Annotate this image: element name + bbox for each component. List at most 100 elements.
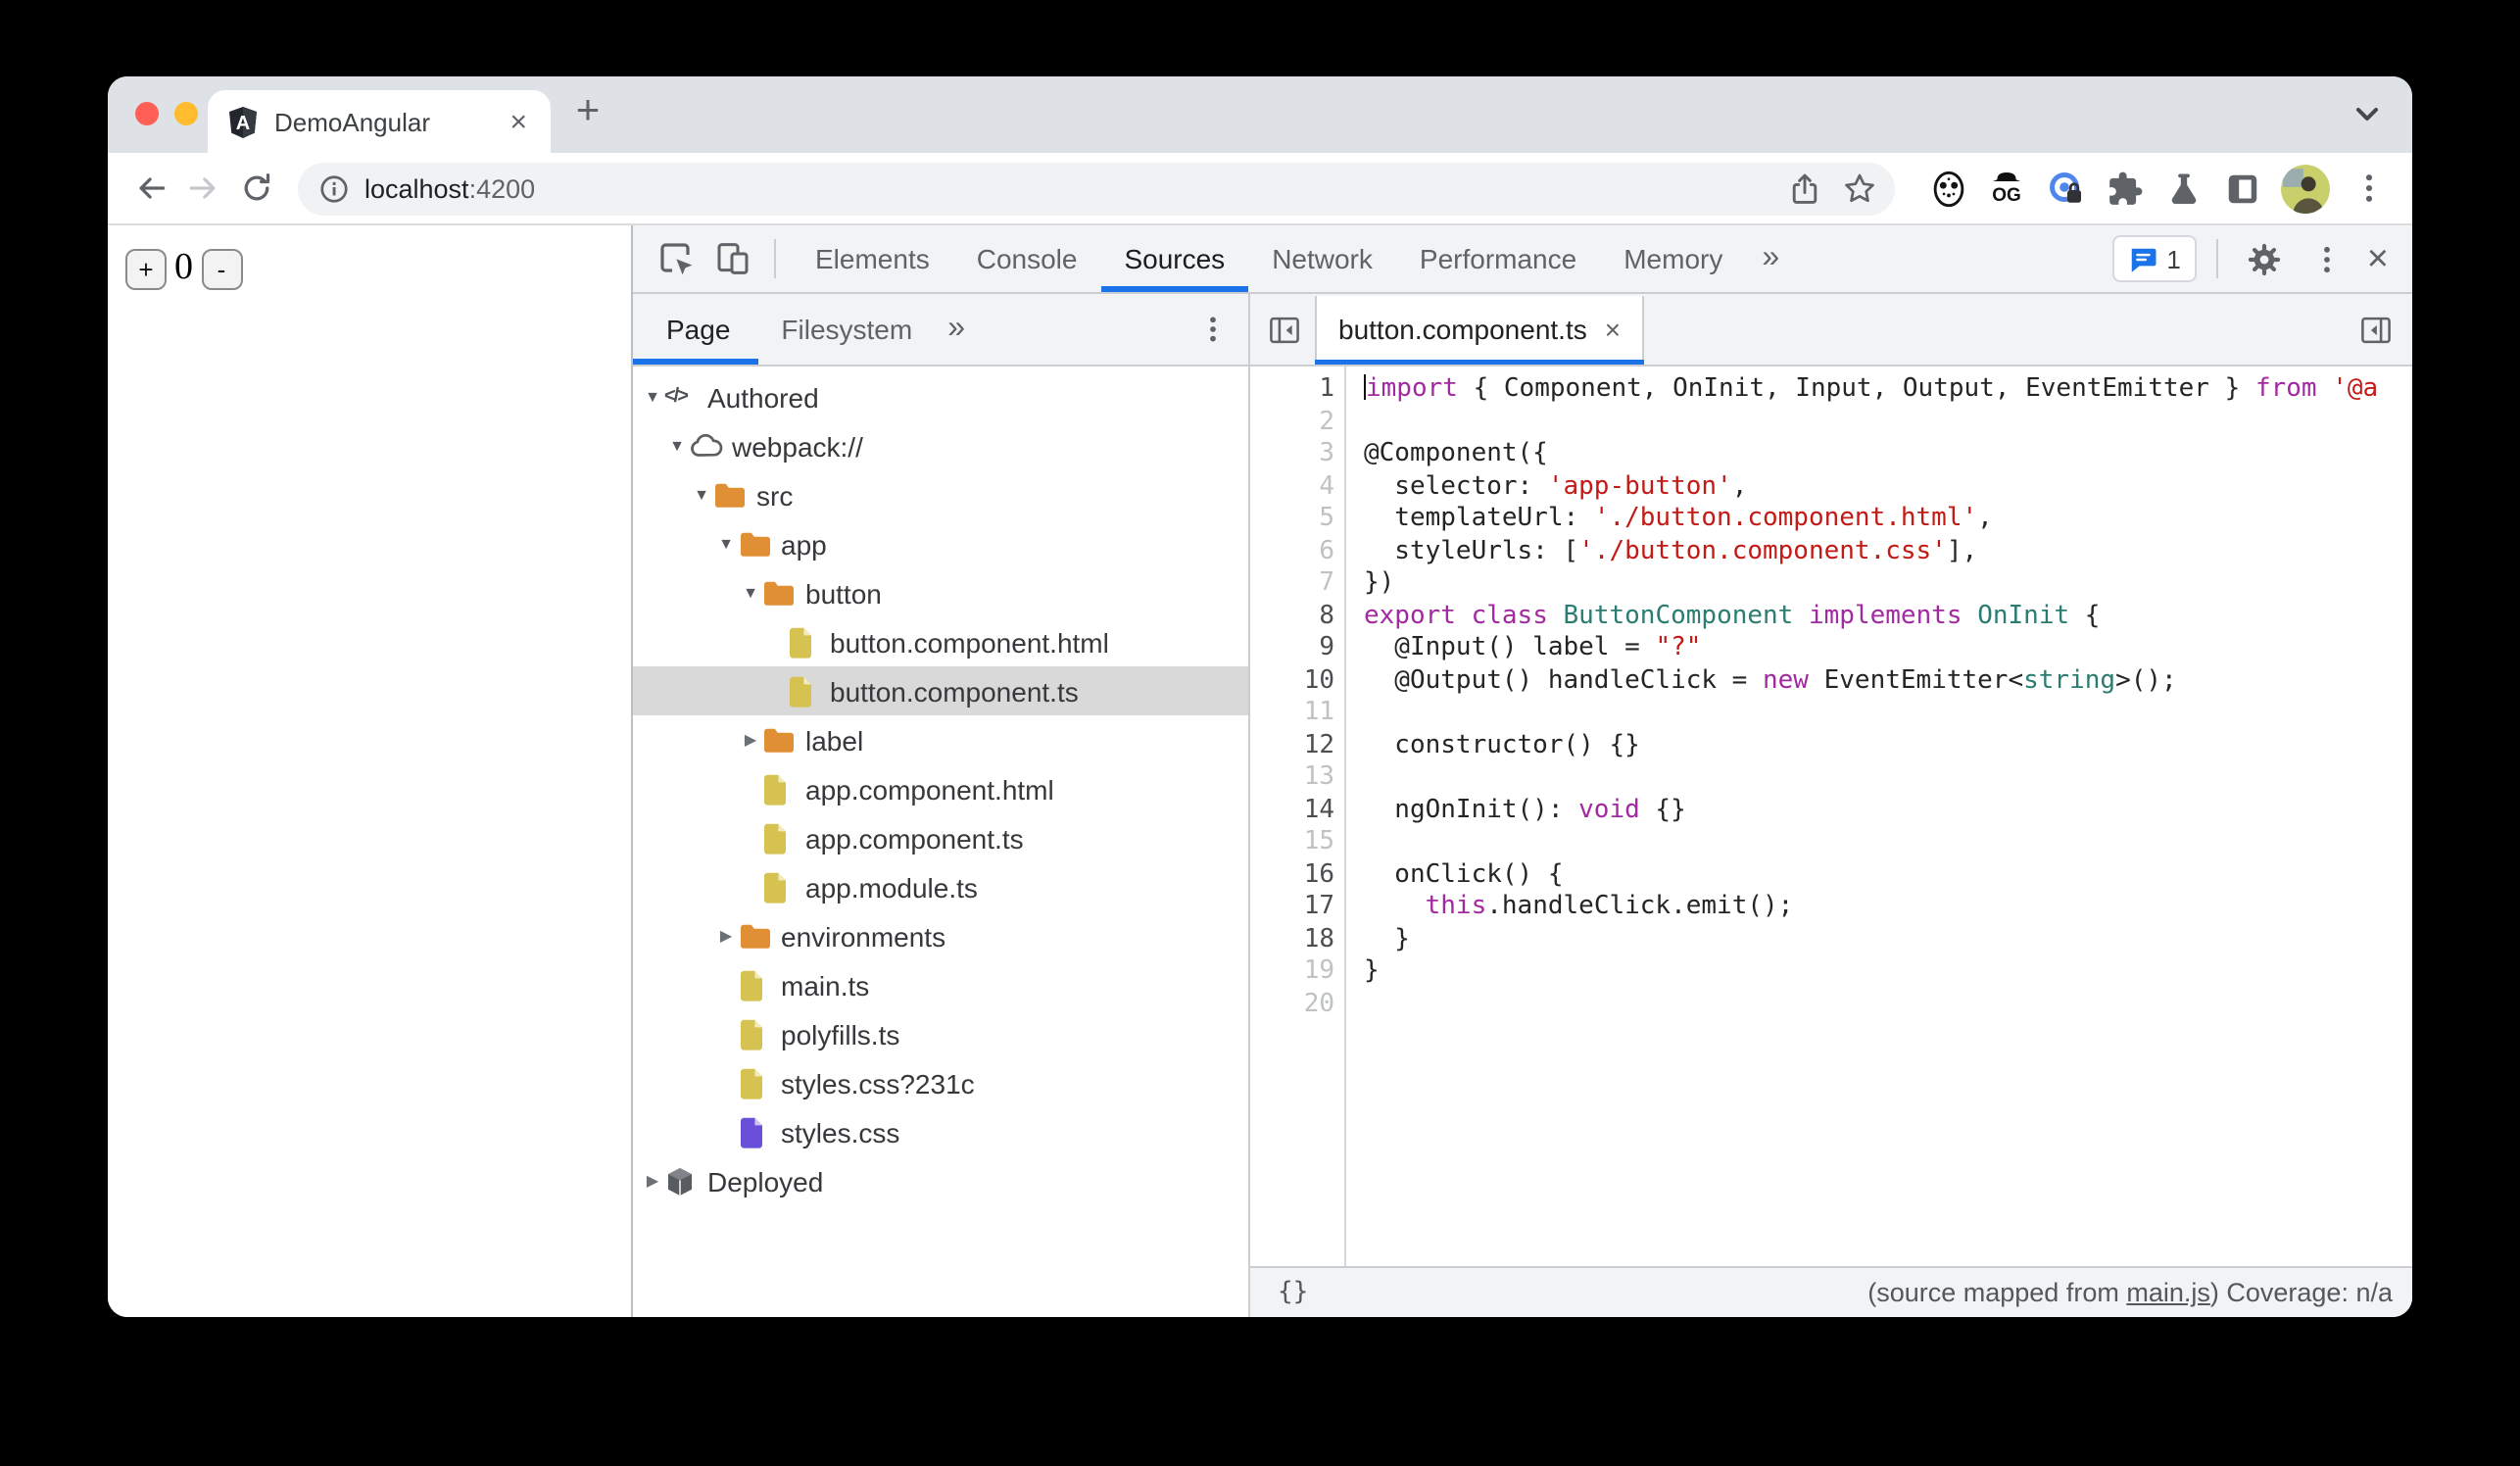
tree-item-main-ts[interactable]: main.ts	[633, 960, 1248, 1009]
devtools-tab-performance[interactable]: Performance	[1396, 225, 1600, 292]
tree-item-app-component-ts[interactable]: app.component.ts	[633, 813, 1248, 862]
code-line-1[interactable]: import { Component, OnInit, Input, Outpu…	[1364, 374, 2412, 407]
tree-caret-icon[interactable]: ▼	[714, 535, 738, 553]
line-number-15[interactable]: 15	[1250, 827, 1344, 859]
tree-caret-icon[interactable]: ▼	[690, 486, 713, 504]
device-toolbar-icon[interactable]	[713, 239, 752, 278]
tree-caret-icon[interactable]: ▶	[714, 927, 738, 945]
line-number-9[interactable]: 9	[1250, 633, 1344, 665]
tree-item-app[interactable]: ▼ app	[633, 519, 1248, 568]
code-line-8[interactable]: export class ButtonComponent implements …	[1364, 601, 2412, 633]
tab-close-icon[interactable]: ×	[506, 107, 531, 136]
code-line-4[interactable]: selector: 'app-button',	[1364, 471, 2412, 504]
code-line-3[interactable]: @Component({	[1364, 439, 2412, 471]
line-number-16[interactable]: 16	[1250, 859, 1344, 892]
tree-item-app-component-html[interactable]: app.component.html	[633, 764, 1248, 813]
code-lines[interactable]: import { Component, OnInit, Input, Outpu…	[1346, 366, 2412, 1266]
tree-item-authored[interactable]: ▼ </> Authored	[633, 372, 1248, 421]
og-incognito-extension-icon[interactable]: OG	[1987, 169, 2026, 208]
tree-item-label[interactable]: ▶ label	[633, 715, 1248, 764]
line-number-7[interactable]: 7	[1250, 568, 1344, 601]
tree-item-styles-css[interactable]: styles.css	[633, 1107, 1248, 1156]
line-number-20[interactable]: 20	[1250, 989, 1344, 1021]
browser-tab-demoangular[interactable]: A DemoAngular ×	[208, 90, 551, 153]
tree-item-styles-css-231c[interactable]: styles.css?231c	[633, 1058, 1248, 1107]
tree-item-button-component-html[interactable]: button.component.html	[633, 617, 1248, 666]
address-bar[interactable]: localhost:4200	[298, 162, 1895, 215]
extensions-puzzle-icon[interactable]	[2105, 169, 2144, 208]
flask-extension-icon[interactable]	[2163, 169, 2203, 208]
traffic-light-minimize-button[interactable]	[174, 102, 198, 125]
traffic-light-close-button[interactable]	[135, 102, 159, 125]
navigator-more-chevron[interactable]: »	[936, 312, 977, 347]
devtools-tab-memory[interactable]: Memory	[1600, 225, 1746, 292]
devtools-close-icon[interactable]: ×	[2367, 240, 2389, 277]
forward-button-icon[interactable]	[184, 169, 223, 208]
code-line-19[interactable]: }	[1364, 956, 2412, 989]
code-line-12[interactable]: constructor() {}	[1364, 730, 2412, 762]
devtools-tab-sources[interactable]: Sources	[1100, 225, 1248, 292]
profile-avatar[interactable]	[2281, 164, 2330, 213]
back-button-icon[interactable]	[131, 169, 170, 208]
browser-menu-dots-icon[interactable]	[2350, 169, 2389, 208]
line-number-6[interactable]: 6	[1250, 536, 1344, 568]
line-number-10[interactable]: 10	[1250, 665, 1344, 698]
share-icon[interactable]	[1785, 169, 1824, 208]
tab-search-chevron-icon[interactable]	[2353, 102, 2381, 125]
pretty-print-button[interactable]: {}	[1250, 1278, 1308, 1307]
code-line-6[interactable]: styleUrls: ['./button.component.css'],	[1364, 536, 2412, 568]
tree-caret-icon[interactable]: ▶	[739, 731, 762, 749]
line-number-gutter[interactable]: 1 2 3 4 5 6 7 8 9 10 11 12 13 14 15 16 17 18 19 20	[1250, 366, 1346, 1266]
editor-tab-button-component-ts[interactable]: button.component.ts ×	[1315, 295, 1645, 364]
code-line-15[interactable]	[1364, 827, 2412, 859]
code-line-20[interactable]	[1364, 989, 2412, 1021]
toggle-debugger-panel-icon[interactable]	[2359, 313, 2393, 346]
code-line-13[interactable]	[1364, 762, 2412, 795]
code-line-16[interactable]: onClick() {	[1364, 859, 2412, 892]
devtools-tab-elements[interactable]: Elements	[792, 225, 953, 292]
new-tab-button[interactable]: +	[562, 86, 613, 137]
line-number-5[interactable]: 5	[1250, 504, 1344, 536]
devtools-menu-dots-icon[interactable]	[2308, 239, 2348, 278]
code-line-10[interactable]: @Output() handleClick = new EventEmitter…	[1364, 665, 2412, 698]
code-line-11[interactable]	[1364, 698, 2412, 730]
code-line-14[interactable]: ngOnInit(): void {}	[1364, 795, 2412, 827]
devtools-tab-network[interactable]: Network	[1248, 225, 1396, 292]
reload-button-icon[interactable]	[237, 169, 276, 208]
more-panels-chevron[interactable]: »	[1746, 241, 1795, 276]
line-number-8[interactable]: 8	[1250, 601, 1344, 633]
code-line-5[interactable]: templateUrl: './button.component.html',	[1364, 504, 2412, 536]
mask-extension-icon[interactable]	[1928, 169, 1967, 208]
line-number-13[interactable]: 13	[1250, 762, 1344, 795]
increment-button[interactable]: +	[125, 248, 167, 289]
tree-caret-icon[interactable]: ▼	[739, 584, 762, 602]
code-line-17[interactable]: this.handleClick.emit();	[1364, 892, 2412, 924]
line-number-17[interactable]: 17	[1250, 892, 1344, 924]
code-line-18[interactable]: }	[1364, 924, 2412, 956]
tree-item-button[interactable]: ▼ button	[633, 568, 1248, 617]
bookmark-star-icon[interactable]	[1840, 169, 1879, 208]
line-number-3[interactable]: 3	[1250, 439, 1344, 471]
code-line-7[interactable]: })	[1364, 568, 2412, 601]
line-number-1[interactable]: 1	[1250, 374, 1344, 407]
code-line-9[interactable]: @Input() label = "?"	[1364, 633, 2412, 665]
tree-caret-icon[interactable]: ▼	[641, 388, 664, 406]
tree-item-src[interactable]: ▼ src	[633, 470, 1248, 519]
onepassword-extension-icon[interactable]	[2046, 169, 2085, 208]
line-number-19[interactable]: 19	[1250, 956, 1344, 989]
tree-caret-icon[interactable]: ▶	[641, 1172, 664, 1190]
line-number-14[interactable]: 14	[1250, 795, 1344, 827]
navigator-menu-dots-icon[interactable]	[1197, 314, 1229, 345]
reading-panel-extension-icon[interactable]	[2222, 169, 2261, 208]
code-line-2[interactable]	[1364, 407, 2412, 439]
line-number-18[interactable]: 18	[1250, 924, 1344, 956]
line-number-11[interactable]: 11	[1250, 698, 1344, 730]
toggle-navigator-panel-icon[interactable]	[1268, 313, 1301, 346]
navigator-tab-page[interactable]: Page	[633, 295, 757, 364]
tree-item-environments[interactable]: ▶ environments	[633, 911, 1248, 960]
source-map-link[interactable]: main.js	[2126, 1278, 2210, 1307]
code-editor[interactable]: 1 2 3 4 5 6 7 8 9 10 11 12 13 14 15 16 17 18 19 20 import {…	[1250, 366, 2412, 1266]
tree-item-deployed[interactable]: ▶ Deployed	[633, 1156, 1248, 1205]
editor-tab-close-icon[interactable]: ×	[1605, 314, 1621, 345]
tree-caret-icon[interactable]: ▼	[665, 437, 689, 455]
